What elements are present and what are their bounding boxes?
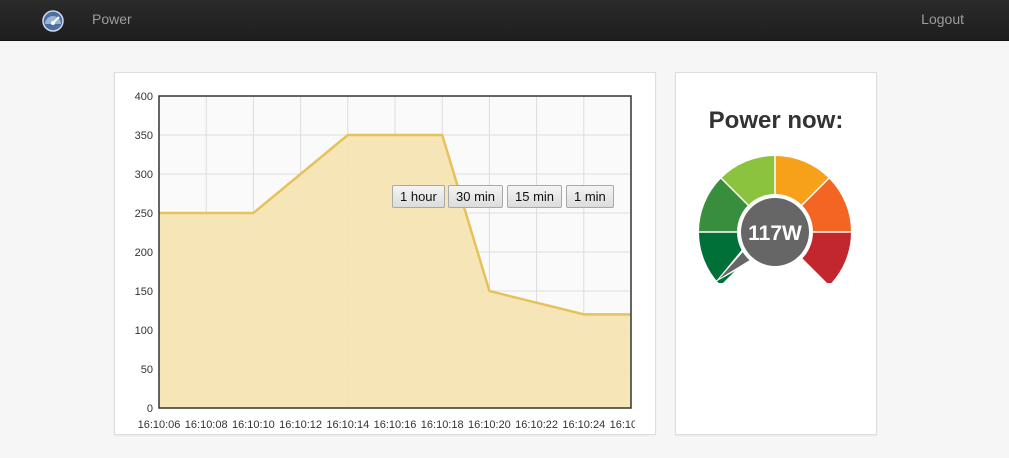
y-tick-label: 300 xyxy=(135,169,153,181)
navbar: Power Logout xyxy=(0,0,1009,41)
range-button-1-min[interactable]: 1 min xyxy=(566,185,614,208)
y-tick-label: 200 xyxy=(135,247,153,259)
chart-panel: 0 50 100 150 200 250 300 350 400 16:10:06 16:10:08… xyxy=(114,72,656,435)
y-tick-label: 0 xyxy=(147,403,153,415)
range-button-30-min[interactable]: 30 min xyxy=(448,185,504,208)
y-tick-label: 150 xyxy=(135,286,153,298)
range-button-15-min[interactable]: 15 min xyxy=(507,185,563,208)
y-tick-label: 250 xyxy=(135,208,153,220)
nav-logout-link[interactable]: Logout xyxy=(921,11,964,27)
range-button-1-hour[interactable]: 1 hour xyxy=(392,185,445,208)
x-tick-label: 16:10:12 xyxy=(279,419,322,431)
x-tick-label: 16:10:18 xyxy=(421,419,464,431)
y-tick-label: 50 xyxy=(141,364,153,376)
power-area-chart: 0 50 100 150 200 250 300 350 400 16:10:06 16:10:08… xyxy=(135,91,653,431)
x-tick-label: 16:10:26 xyxy=(610,419,653,431)
power-gauge: 117W xyxy=(697,154,853,283)
nav-power-link[interactable]: Power xyxy=(92,11,132,27)
y-tick-label: 350 xyxy=(135,130,153,142)
y-tick-label: 100 xyxy=(135,325,153,337)
x-tick-label: 16:10:20 xyxy=(468,419,511,431)
y-tick-label: 400 xyxy=(135,91,153,103)
gauge-value-label: 117W xyxy=(748,222,802,245)
x-tick-label: 16:10:08 xyxy=(185,419,228,431)
x-tick-label: 16:10:24 xyxy=(562,419,605,431)
x-tick-label: 16:10:06 xyxy=(138,419,181,431)
x-tick-label: 16:10:22 xyxy=(515,419,558,431)
x-tick-label: 16:10:16 xyxy=(374,419,417,431)
x-tick-label: 16:10:10 xyxy=(232,419,275,431)
gauge-logo-icon[interactable] xyxy=(40,7,66,33)
gauge-panel: Power now: 117W xyxy=(675,72,877,435)
x-tick-label: 16:10:14 xyxy=(326,419,369,431)
gauge-title: Power now: xyxy=(708,107,844,134)
